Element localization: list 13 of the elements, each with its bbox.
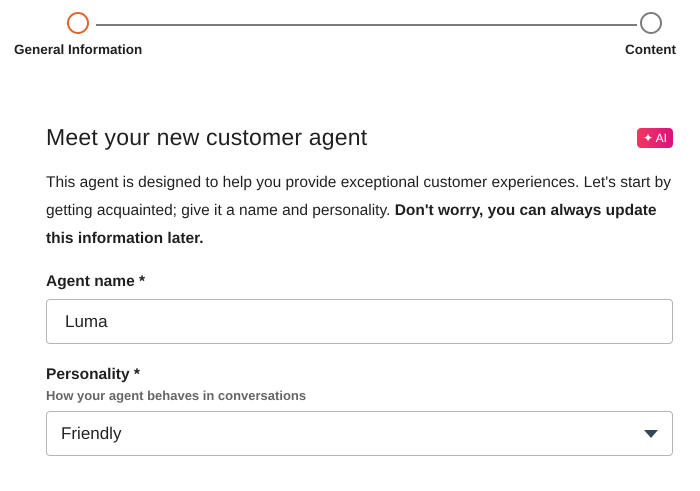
step-circle-icon[interactable] (640, 12, 662, 34)
agent-name-input[interactable]: Luma (46, 299, 673, 344)
step-label: Content (625, 42, 676, 57)
description-text: This agent is designed to help you provide exceptional customer experiences. Let's start by getting acquainted; give it a name and personality. Don't worry, you can always update this information later. (46, 173, 672, 249)
caret-icon (644, 430, 658, 438)
step-label: General Information (14, 42, 142, 57)
personality-dropdown[interactable]: Friendly (46, 411, 673, 456)
step-circle-icon[interactable] (67, 12, 90, 34)
page-title: Meet your new customer agent (46, 124, 368, 151)
ai-badge: ✦ AI (636, 128, 673, 148)
field-label: Agent name * (46, 273, 146, 291)
field-label: Personality * (46, 366, 141, 384)
field-hint: How your agent behaves in conversations (46, 388, 308, 403)
